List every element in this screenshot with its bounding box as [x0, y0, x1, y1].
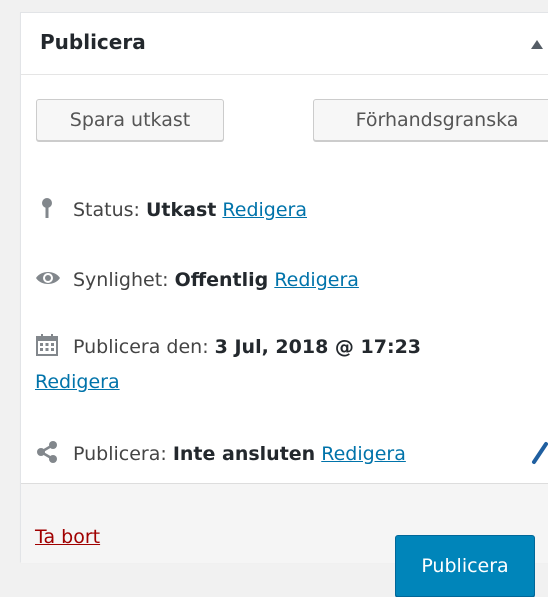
save-draft-button[interactable]: Spara utkast: [36, 99, 224, 141]
sharing-label: Publicera:: [73, 443, 173, 465]
status-value: Utkast: [146, 199, 217, 221]
trash-link[interactable]: Ta bort: [35, 526, 100, 548]
pin-icon: [35, 196, 59, 220]
eye-icon: [35, 266, 60, 290]
status-row: Status: Utkast Redigera: [35, 196, 307, 221]
visibility-label: Synlighet:: [73, 269, 175, 291]
publish-date-edit-row: Redigera: [35, 371, 120, 393]
visibility-value: Offentlig: [174, 269, 269, 291]
sharing-row: Publicera: Inte ansluten Redigera: [35, 440, 406, 465]
status-edit-link[interactable]: Redigera: [222, 199, 307, 221]
panel-title: Publicera: [40, 30, 146, 54]
publish-panel: Publicera Spara utkast Förhandsgranska S…: [20, 12, 548, 597]
sharing-value: Inte ansluten: [172, 443, 316, 465]
status-label: Status:: [73, 199, 146, 221]
annotation-arrow-icon: [532, 442, 548, 464]
publish-date-row: Publicera den: 3 Jul, 2018 @ 17:23: [35, 333, 421, 358]
preview-button[interactable]: Förhandsgranska: [313, 99, 548, 141]
publish-date-edit-link[interactable]: Redigera: [35, 371, 120, 393]
publish-date-label: Publicera den:: [73, 336, 215, 358]
calendar-icon: [35, 333, 59, 357]
panel-footer: Ta bort Publicera: [21, 483, 548, 597]
publish-button[interactable]: Publicera: [395, 535, 535, 597]
publish-date-value: 3 Jul, 2018 @ 17:23: [214, 336, 422, 358]
triangle-up-icon[interactable]: [531, 40, 543, 49]
share-icon: [35, 440, 59, 464]
visibility-row: Synlighet: Offentlig Redigera: [35, 266, 359, 291]
panel-header[interactable]: Publicera: [21, 13, 548, 75]
visibility-edit-link[interactable]: Redigera: [274, 269, 359, 291]
sharing-edit-link[interactable]: Redigera: [321, 443, 406, 465]
